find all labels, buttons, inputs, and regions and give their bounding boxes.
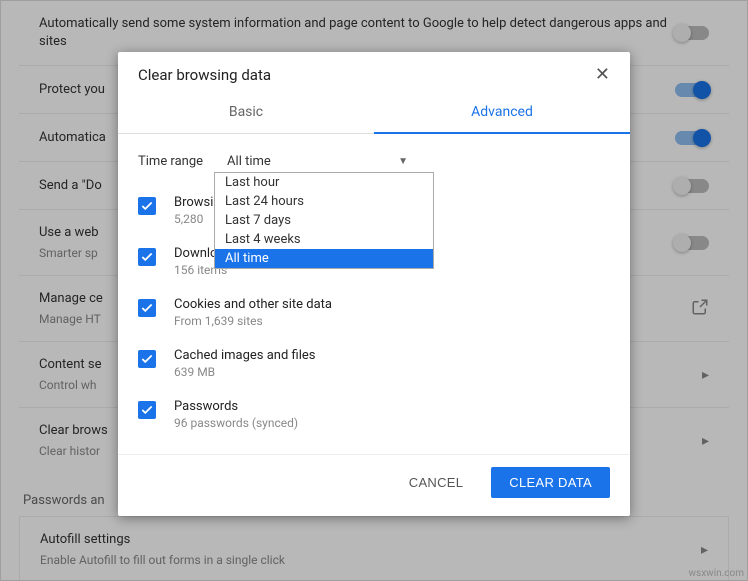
chevron-down-icon: ▼ [398, 156, 408, 167]
modal-tabs: Basic Advanced [118, 92, 630, 134]
time-range-option[interactable]: Last 4 weeks [215, 230, 433, 249]
clear-data-item: Autofill form data [138, 442, 606, 446]
checkbox[interactable] [138, 350, 156, 368]
item-label: Cached images and files [174, 348, 315, 363]
tab-advanced[interactable]: Advanced [374, 92, 630, 134]
modal-overlay: Clear browsing data ✕ Basic Advanced Tim… [0, 0, 748, 581]
checkbox[interactable] [138, 248, 156, 266]
time-range-options: Last hourLast 24 hoursLast 7 daysLast 4 … [214, 172, 434, 269]
time-range-option[interactable]: All time [215, 249, 433, 268]
clear-data-item: Passwords 96 passwords (synced) [138, 391, 606, 442]
item-sub: From 1,639 sites [174, 314, 332, 328]
cancel-button[interactable]: CANCEL [391, 467, 482, 498]
clear-data-item: Cached images and files 639 MB [138, 340, 606, 391]
time-range-option[interactable]: Last 24 hours [215, 192, 433, 211]
item-label: Cookies and other site data [174, 297, 332, 312]
checkbox[interactable] [138, 197, 156, 215]
time-range-value: All time [227, 154, 271, 169]
time-range-dropdown[interactable]: All time ▼ [217, 150, 412, 173]
tab-basic[interactable]: Basic [118, 92, 374, 133]
checkbox[interactable] [138, 401, 156, 419]
time-range-option[interactable]: Last hour [215, 173, 433, 192]
item-sub: 639 MB [174, 365, 315, 379]
item-sub: 96 passwords (synced) [174, 416, 298, 430]
time-range-label: Time range [138, 154, 203, 169]
close-icon[interactable]: ✕ [595, 66, 610, 84]
modal-title: Clear browsing data [138, 66, 271, 84]
item-label: Passwords [174, 399, 298, 414]
time-range-option[interactable]: Last 7 days [215, 211, 433, 230]
clear-data-item: Cookies and other site data From 1,639 si… [138, 289, 606, 340]
checkbox[interactable] [138, 299, 156, 317]
clear-data-button[interactable]: CLEAR DATA [491, 467, 610, 498]
clear-browsing-data-modal: Clear browsing data ✕ Basic Advanced Tim… [118, 52, 630, 516]
watermark-text: wsxwin.com [689, 568, 744, 579]
